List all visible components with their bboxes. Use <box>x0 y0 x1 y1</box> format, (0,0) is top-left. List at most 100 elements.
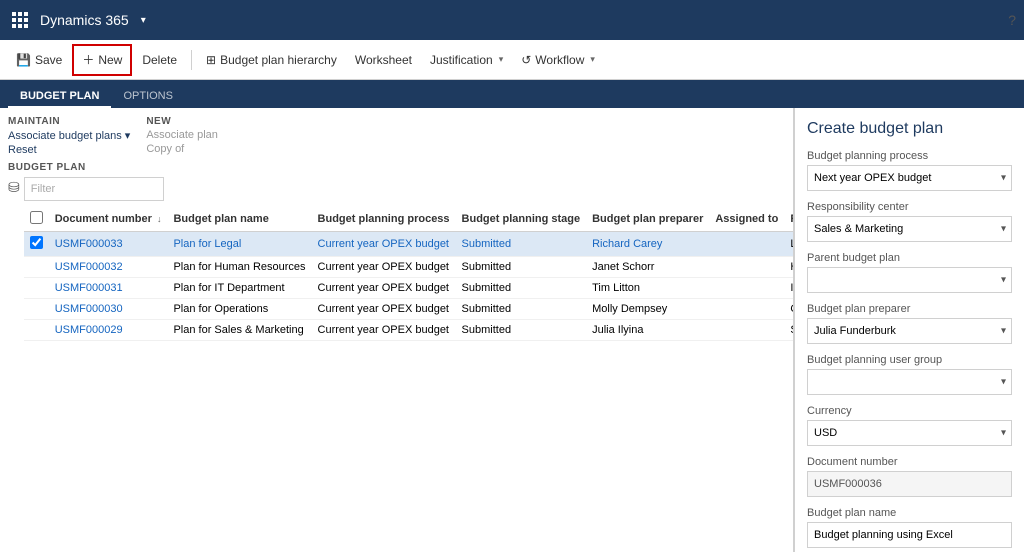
planning-stage-cell: Submitted <box>456 257 587 278</box>
workflow-icon: ↺ <box>521 53 531 67</box>
currency-select[interactable]: USD <box>807 420 1012 446</box>
doc-number-cell[interactable]: USMF000030 <box>49 299 168 320</box>
budget-planning-process-select[interactable]: Next year OPEX budget <box>807 165 1012 191</box>
copy-of-link[interactable]: Copy of <box>146 143 218 155</box>
filter-input[interactable] <box>24 177 164 201</box>
reset-link[interactable]: Reset <box>8 144 130 156</box>
preparer-cell: Molly Dempsey <box>586 299 709 320</box>
planning-process-cell: Current year OPEX budget <box>312 232 456 257</box>
maintain-group: MAINTAIN Associate budget plans ▾ Reset <box>8 116 130 156</box>
table-row: USMF000031Plan for IT DepartmentCurrent … <box>24 278 794 299</box>
worksheet-button[interactable]: Worksheet <box>347 44 420 76</box>
row-checkbox-cell <box>24 257 49 278</box>
table-row: USMF000029Plan for Sales & MarketingCurr… <box>24 320 794 341</box>
planning-process-link[interactable]: Current year OPEX budget <box>318 238 449 250</box>
budget-plan-hierarchy-button[interactable]: ⊞ Budget plan hierarchy <box>198 44 345 76</box>
col-plan-name: Budget plan name <box>167 207 311 232</box>
doc-number-cell[interactable]: USMF000031 <box>49 278 168 299</box>
col-assigned-to: Assigned to <box>709 207 784 232</box>
budget-planning-user-group-select-wrapper <box>807 369 1012 395</box>
budget-planning-user-group-field: Budget planning user group <box>807 354 1012 395</box>
planning-stage-cell: Submitted <box>456 299 587 320</box>
row-checkbox[interactable] <box>30 236 43 249</box>
planning-stage-link[interactable]: Submitted <box>462 238 512 250</box>
filter-row <box>24 177 794 201</box>
budget-plan-preparer-select-wrapper: Julia Funderburk <box>807 318 1012 344</box>
row-checkbox-cell <box>24 278 49 299</box>
doc-number-link[interactable]: USMF000032 <box>55 261 123 273</box>
currency-field: Currency USD <box>807 405 1012 446</box>
separator-1 <box>191 50 192 70</box>
col-resp-center: Responsibility center <box>784 207 794 232</box>
doc-number-cell[interactable]: USMF000033 <box>49 232 168 257</box>
table-header-row: Document number ↓ Budget plan name Budge… <box>24 207 794 232</box>
budget-planning-user-group-select[interactable] <box>807 369 1012 395</box>
tab-options[interactable]: OPTIONS <box>111 86 185 108</box>
doc-number-cell[interactable]: USMF000029 <box>49 320 168 341</box>
associate-budget-plans-link[interactable]: Associate budget plans ▾ <box>8 129 130 142</box>
funnel-icon: ⛁ <box>8 179 20 196</box>
planning-stage-cell: Submitted <box>456 232 587 257</box>
responsibility-center-field: Responsibility center Sales & Marketing <box>807 201 1012 242</box>
new-label: NEW <box>146 116 218 127</box>
budget-planning-process-field: Budget planning process Next year OPEX b… <box>807 150 1012 191</box>
right-panel: Create budget plan Budget planning proce… <box>794 108 1024 552</box>
budget-plan-name-label: Budget plan name <box>807 507 1012 519</box>
parent-budget-plan-label: Parent budget plan <box>807 252 1012 264</box>
parent-budget-plan-select-wrapper <box>807 267 1012 293</box>
associate-plan-link[interactable]: Associate plan <box>146 129 218 141</box>
budget-plan-preparer-select[interactable]: Julia Funderburk <box>807 318 1012 344</box>
action-toolbar: 💾 Save ＋ New Delete ⊞ Budget plan hierar… <box>0 40 1024 80</box>
justification-button[interactable]: Justification ▾ <box>422 44 511 76</box>
planning-process-cell: Current year OPEX budget <box>312 299 456 320</box>
col-checkbox <box>24 207 49 232</box>
col-planning-process: Budget planning process <box>312 207 456 232</box>
grid-menu-icon[interactable] <box>8 8 32 32</box>
currency-select-wrapper: USD <box>807 420 1012 446</box>
budget-planning-user-group-label: Budget planning user group <box>807 354 1012 366</box>
resp-center-cell: Human Resources <box>784 257 794 278</box>
plan-name-cell: Plan for Operations <box>167 299 311 320</box>
workflow-button[interactable]: ↺ Workflow ▾ <box>513 44 603 76</box>
budget-plan-table: Document number ↓ Budget plan name Budge… <box>24 207 794 341</box>
select-all-checkbox[interactable] <box>30 211 43 224</box>
doc-number-link[interactable]: USMF000030 <box>55 303 123 315</box>
col-planning-stage: Budget planning stage <box>456 207 587 232</box>
table-row: USMF000033 Plan for Legal Current year OPE… <box>24 232 794 257</box>
resp-center-cell: Operations <box>784 299 794 320</box>
planning-process-cell: Current year OPEX budget <box>312 278 456 299</box>
justification-dropdown-arrow: ▾ <box>499 54 504 65</box>
responsibility-center-label: Responsibility center <box>807 201 1012 213</box>
responsibility-center-select[interactable]: Sales & Marketing <box>807 216 1012 242</box>
doc-number-cell[interactable]: USMF000032 <box>49 257 168 278</box>
budget-plan-table-container: Document number ↓ Budget plan name Budge… <box>24 207 794 341</box>
row-checkbox-cell <box>24 299 49 320</box>
workflow-dropdown-arrow: ▾ <box>590 54 595 65</box>
preparer-link[interactable]: Richard Carey <box>592 238 662 250</box>
panel-title: Create budget plan <box>807 120 1012 138</box>
col-doc-number: Document number ↓ <box>49 207 168 232</box>
top-actions-row: MAINTAIN Associate budget plans ▾ Reset … <box>8 116 785 156</box>
plan-name-cell: Plan for Legal <box>167 232 311 257</box>
budget-plan-name-field: Budget plan name <box>807 507 1012 548</box>
new-group: NEW Associate plan Copy of <box>146 116 218 156</box>
budget-plan-section-label: BUDGET PLAN <box>8 162 785 173</box>
budget-planning-process-label: Budget planning process <box>807 150 1012 162</box>
save-icon: 💾 <box>16 53 31 67</box>
parent-budget-plan-select[interactable] <box>807 267 1012 293</box>
help-icon[interactable]: ? <box>1008 12 1016 28</box>
delete-button[interactable]: Delete <box>134 44 185 76</box>
new-icon: ＋ <box>82 51 94 68</box>
doc-number-link[interactable]: USMF000031 <box>55 282 123 294</box>
preparer-cell: Julia Ilyina <box>586 320 709 341</box>
new-button[interactable]: ＋ New <box>72 44 132 76</box>
budget-plan-name-input[interactable] <box>807 522 1012 548</box>
plan-name-link[interactable]: Plan for Legal <box>173 238 241 250</box>
tab-budget-plan[interactable]: BUDGET PLAN <box>8 86 111 108</box>
doc-number-link[interactable]: USMF000029 <box>55 324 123 336</box>
doc-number-link[interactable]: USMF000033 <box>55 238 123 250</box>
save-button[interactable]: 💾 Save <box>8 44 70 76</box>
resp-center-cell: Sales & Marketing <box>784 320 794 341</box>
document-number-label: Document number <box>807 456 1012 468</box>
plan-name-cell: Plan for Human Resources <box>167 257 311 278</box>
